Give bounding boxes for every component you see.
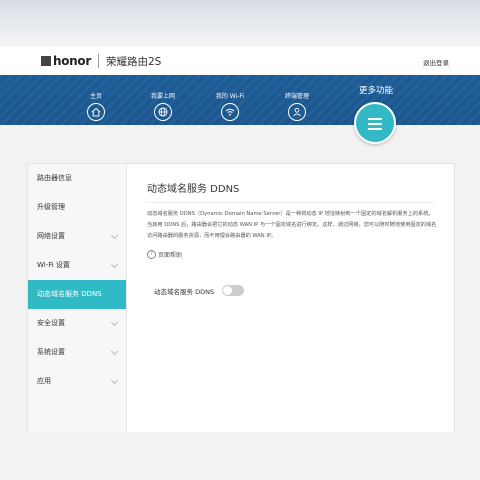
sidebar-item-wifi[interactable]: Wi-Fi 设置 bbox=[28, 251, 126, 280]
logout-link[interactable]: 退出登录 bbox=[423, 57, 449, 67]
nav-more-label: 更多功能 bbox=[358, 86, 393, 96]
chevron-down-icon bbox=[110, 347, 119, 356]
nav-devices[interactable]: 终端管理 bbox=[275, 75, 319, 121]
settings-panel: 路由器信息 升级管理 网络设置 Wi-Fi 设置 动态域名服务 DDNS 安全设… bbox=[27, 163, 455, 434]
chevron-down-icon bbox=[110, 231, 119, 240]
user-icon bbox=[288, 103, 306, 121]
page-help-link[interactable]: ? 页面帮助 bbox=[147, 250, 182, 259]
main-nav: 主页 我要上网 我的 Wi-Fi 终端管理 更多功能 bbox=[0, 75, 480, 144]
nav-home-label: 主页 bbox=[89, 93, 102, 100]
toggle-knob bbox=[223, 286, 233, 295]
ddns-toggle-switch[interactable] bbox=[222, 285, 245, 296]
sidebar-item-label: Wi-Fi 设置 bbox=[37, 261, 70, 269]
sidebar-item-label: 路由器信息 bbox=[37, 174, 72, 182]
chevron-down-icon bbox=[110, 376, 119, 385]
sidebar-item-label: 系统设置 bbox=[37, 348, 65, 356]
top-gradient bbox=[0, 0, 480, 47]
sidebar-item-router-info[interactable]: 路由器信息 bbox=[28, 164, 126, 193]
nav-wifi-label: 我的 Wi-Fi bbox=[215, 93, 245, 100]
chevron-down-icon bbox=[110, 318, 119, 327]
honor-logo: honor 荣耀路由2S bbox=[41, 54, 161, 68]
sidebar-item-upgrade[interactable]: 升级管理 bbox=[28, 193, 126, 222]
sidebar-item-label: 安全设置 bbox=[37, 319, 65, 327]
logo-text: honor bbox=[53, 54, 91, 68]
sidebar-item-security[interactable]: 安全设置 bbox=[28, 309, 126, 338]
title-divider bbox=[147, 202, 434, 203]
nav-home[interactable]: 主页 bbox=[74, 75, 118, 121]
nav-wifi[interactable]: 我的 Wi-Fi bbox=[208, 75, 252, 121]
sidebar-item-label: 升级管理 bbox=[37, 203, 65, 211]
sidebar: 路由器信息 升级管理 网络设置 Wi-Fi 设置 动态域名服务 DDNS 安全设… bbox=[28, 164, 127, 433]
help-icon: ? bbox=[147, 250, 156, 259]
sidebar-item-system[interactable]: 系统设置 bbox=[28, 338, 126, 367]
sidebar-item-network[interactable]: 网络设置 bbox=[28, 222, 126, 251]
globe-icon bbox=[154, 103, 172, 121]
home-icon bbox=[87, 103, 105, 121]
sidebar-item-ddns[interactable]: 动态域名服务 DDNS bbox=[28, 280, 126, 309]
menu-icon bbox=[354, 102, 396, 144]
sidebar-item-label: 网络设置 bbox=[37, 232, 65, 240]
product-name: 荣耀路由2S bbox=[106, 55, 162, 68]
ddns-toggle-label: 动态域名服务 DDNS bbox=[154, 287, 215, 296]
page-help-label: 页面帮助 bbox=[158, 252, 183, 259]
header-bar: honor 荣耀路由2S 退出登录 bbox=[0, 47, 480, 75]
nav-more-functions[interactable]: 更多功能 bbox=[350, 75, 402, 144]
nav-internet[interactable]: 我要上网 bbox=[141, 75, 185, 121]
sidebar-item-label: 应用 bbox=[37, 377, 51, 385]
sidebar-item-apps[interactable]: 应用 bbox=[28, 367, 126, 396]
wifi-icon bbox=[221, 103, 239, 121]
sidebar-item-label: 动态域名服务 DDNS bbox=[37, 290, 102, 298]
ddns-description: 动态域名服务 DDNS（Dynamic Domain Name Server）是… bbox=[147, 211, 437, 239]
page-title: 动态域名服务 DDNS bbox=[147, 184, 240, 195]
logo-divider bbox=[98, 54, 99, 68]
ddns-content: 动态域名服务 DDNS 动态域名服务 DDNS（Dynamic Domain N… bbox=[127, 164, 454, 433]
page-bottom bbox=[0, 432, 480, 480]
chevron-down-icon bbox=[110, 260, 119, 269]
nav-internet-label: 我要上网 bbox=[150, 93, 175, 100]
logo-mark-icon bbox=[41, 56, 51, 66]
ddns-toggle-row: 动态域名服务 DDNS bbox=[154, 285, 245, 296]
nav-devices-label: 终端管理 bbox=[284, 93, 309, 100]
